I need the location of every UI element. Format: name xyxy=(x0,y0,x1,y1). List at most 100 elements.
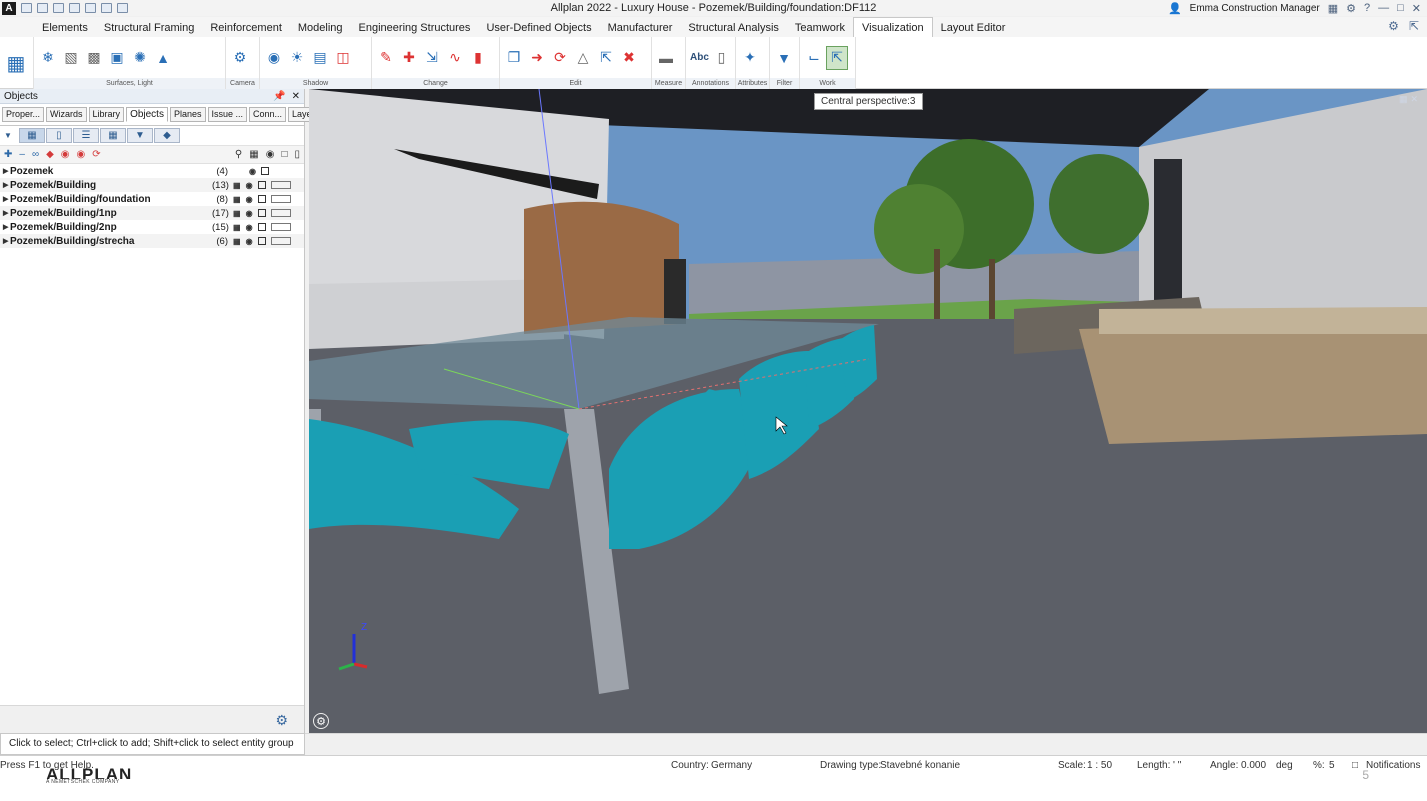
edit-toggle[interactable] xyxy=(270,209,291,217)
notifications-label[interactable]: Notifications xyxy=(1366,760,1420,771)
object-icon[interactable]: ▦ xyxy=(233,209,241,218)
expand-arrow-icon[interactable]: ▶ xyxy=(3,167,10,175)
viewport-window-controls[interactable]: ▦✕ xyxy=(1399,94,1421,105)
checkbox[interactable] xyxy=(260,167,269,175)
tools-icon[interactable] xyxy=(117,3,128,13)
checkbox[interactable] xyxy=(257,223,266,231)
ribbon-settings-icon[interactable]: ⚙ xyxy=(1388,19,1399,33)
scale-button[interactable]: ⇱ xyxy=(596,47,616,69)
checkbox[interactable] xyxy=(257,209,266,217)
stretch-button[interactable]: ⇲ xyxy=(422,47,442,69)
tab-structural-analysis[interactable]: Structural Analysis xyxy=(680,19,786,37)
collapse-icon[interactable]: ▼ xyxy=(4,131,12,140)
tree-row[interactable]: ▶ Pozemek/Building/foundation (8) ▦ ◉ xyxy=(0,192,304,206)
open-icon[interactable] xyxy=(37,3,48,13)
modify-button[interactable]: ✎ xyxy=(376,47,396,69)
material-button[interactable]: ▩ xyxy=(84,47,104,69)
select-red-icon[interactable]: ◆ xyxy=(46,149,54,160)
object-icon[interactable]: ▦ xyxy=(249,149,258,160)
copy-button[interactable]: ❐ xyxy=(504,47,524,69)
panel-settings-icon[interactable]: ⚙ xyxy=(275,712,288,729)
add-icon[interactable]: ✚ xyxy=(4,149,12,160)
delete-button[interactable]: ✖ xyxy=(619,47,639,69)
edit-toggle[interactable] xyxy=(270,195,291,203)
object-icon[interactable]: ▦ xyxy=(233,223,241,232)
panel-close-icon[interactable]: ✕ xyxy=(292,91,300,102)
view-document-button[interactable]: ▯ xyxy=(45,128,72,143)
visibility-icon[interactable]: ◉ xyxy=(246,195,253,204)
layout-icon[interactable]: ▦ xyxy=(1328,2,1338,15)
view-window-button[interactable]: ▦ xyxy=(2,43,30,83)
lamp-button[interactable]: ▲ xyxy=(153,47,173,69)
angle-value[interactable]: 0.000 xyxy=(1241,760,1266,771)
visibility-icon[interactable]: ◉ xyxy=(246,237,253,246)
label-button[interactable]: ▯ xyxy=(712,47,731,69)
coordinate-button[interactable]: ⌙ xyxy=(804,47,824,69)
tab-objects[interactable]: Objects xyxy=(126,107,168,122)
tree-row[interactable]: ▶ Pozemek/Building/2np (15) ▦ ◉ xyxy=(0,220,304,234)
sun-position-button[interactable]: ▤ xyxy=(310,47,330,69)
help-icon[interactable]: ? xyxy=(1364,2,1370,14)
edit-toggle[interactable] xyxy=(270,181,291,189)
scale-value[interactable]: 1 : 50 xyxy=(1087,760,1112,771)
object-icon[interactable]: ▦ xyxy=(233,195,241,204)
visibility-icon[interactable]: ◉ xyxy=(246,209,253,218)
checkbox[interactable] xyxy=(257,195,266,203)
move-button[interactable]: ➜ xyxy=(527,47,547,69)
search-icon[interactable]: ⚲ xyxy=(235,149,242,160)
attributes-button[interactable]: ✦ xyxy=(740,47,760,69)
notifications-icon[interactable]: □ xyxy=(1352,760,1358,771)
polyline-button[interactable]: ∿ xyxy=(445,47,465,69)
3d-viewport[interactable]: Z Central perspective:3 ▦✕ ⚙ xyxy=(309,89,1427,733)
print-icon[interactable] xyxy=(69,3,80,13)
modify-points-button[interactable]: ✚ xyxy=(399,47,419,69)
hide-icon[interactable]: ◉ xyxy=(61,149,70,160)
tree-row[interactable]: ▶ Pozemek/Building/1np (17) ▦ ◉ xyxy=(0,206,304,220)
percent-value[interactable]: 5 xyxy=(1329,760,1335,771)
tab-connections[interactable]: Conn... xyxy=(249,107,287,122)
new-file-icon[interactable] xyxy=(21,3,32,13)
tab-teamwork[interactable]: Teamwork xyxy=(787,19,853,37)
filter-button[interactable]: ▼ xyxy=(774,47,794,69)
expand-arrow-icon[interactable]: ▶ xyxy=(3,195,10,203)
camera-button[interactable]: ⚙ xyxy=(230,47,250,69)
tab-planes[interactable]: Planes xyxy=(169,107,206,122)
pin-icon[interactable]: 📌 xyxy=(273,91,285,102)
texture-button[interactable]: ▧ xyxy=(61,47,81,69)
tab-visualization[interactable]: Visualization xyxy=(853,17,933,37)
expand-arrow-icon[interactable]: ▶ xyxy=(3,209,10,217)
isolate-icon[interactable]: ◉ xyxy=(77,149,86,160)
tree-row[interactable]: ▶ Pozemek/Building/strecha (6) ▦ ◉ xyxy=(0,234,304,248)
offset-button[interactable]: ▮ xyxy=(468,47,488,69)
tab-manufacturer[interactable]: Manufacturer xyxy=(600,19,681,37)
angle-unit[interactable]: deg xyxy=(1276,760,1293,771)
undo-icon[interactable] xyxy=(85,3,96,13)
edit-icon[interactable]: ▯ xyxy=(294,149,300,160)
tab-modeling[interactable]: Modeling xyxy=(290,19,351,37)
user-name[interactable]: Emma Construction Manager xyxy=(1190,3,1320,14)
view-tag-button[interactable]: ◆ xyxy=(153,128,180,143)
rotate-button[interactable]: ⟳ xyxy=(550,47,570,69)
tree-row[interactable]: ▶ Pozemek/Building (13) ▦ ◉ xyxy=(0,178,304,192)
tab-issues[interactable]: Issue ... xyxy=(207,107,248,122)
expand-arrow-icon[interactable]: ▶ xyxy=(3,223,10,231)
expand-arrow-icon[interactable]: ▶ xyxy=(3,237,10,245)
maximize-icon[interactable]: □ xyxy=(1397,2,1404,14)
tab-layout-editor[interactable]: Layout Editor xyxy=(933,19,1014,37)
visibility-icon[interactable]: ◉ xyxy=(249,167,256,176)
expand-arrow-icon[interactable]: ▶ xyxy=(3,181,10,189)
tab-elements[interactable]: Elements xyxy=(34,19,96,37)
viewport-navigation-icon[interactable]: ⚙ xyxy=(313,713,329,729)
tab-properties[interactable]: Proper... xyxy=(2,107,45,122)
edit-toggle[interactable] xyxy=(270,223,291,231)
reset-icon[interactable]: ⟳ xyxy=(92,149,100,160)
tab-engineering-structures[interactable]: Engineering Structures xyxy=(351,19,479,37)
close-icon[interactable]: ✕ xyxy=(1412,2,1421,15)
measure-button[interactable]: ▬ xyxy=(656,47,676,69)
tab-library[interactable]: Library xyxy=(88,107,125,122)
mirror-button[interactable]: △ xyxy=(573,47,593,69)
allplan-logo-icon[interactable]: A xyxy=(2,1,16,15)
checkbox[interactable] xyxy=(257,237,266,245)
checkbox[interactable] xyxy=(257,181,266,189)
edit-toggle[interactable] xyxy=(270,237,291,245)
